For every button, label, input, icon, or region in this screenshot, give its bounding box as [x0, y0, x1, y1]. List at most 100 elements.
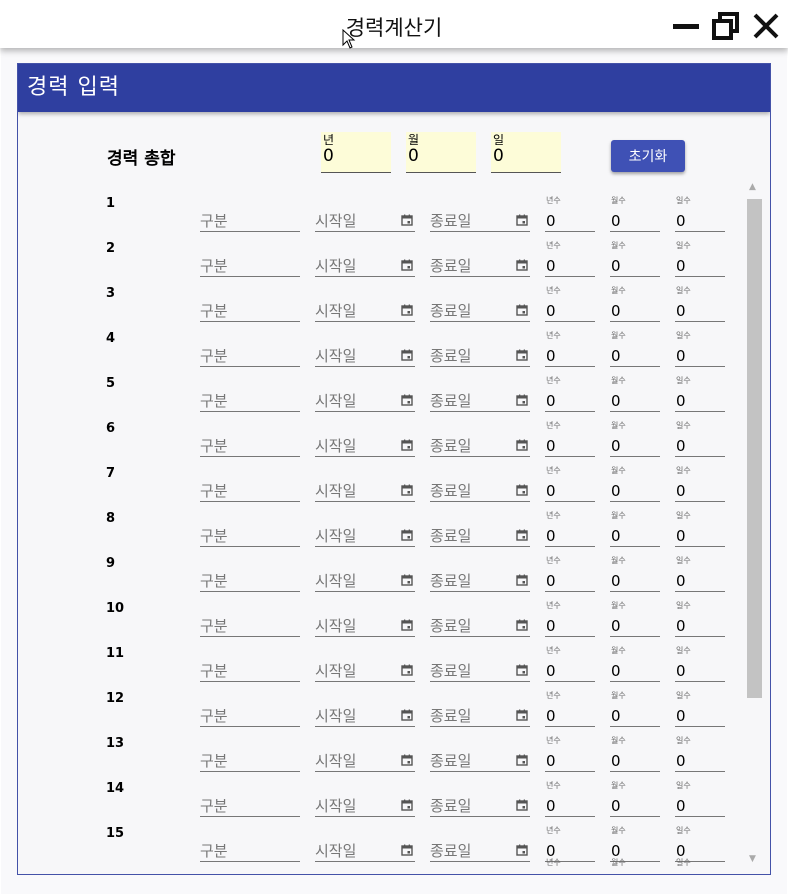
- minimize-icon[interactable]: [670, 10, 702, 42]
- summary-days-field[interactable]: 일 0: [491, 132, 561, 173]
- row-years-caption: 년수: [546, 286, 561, 295]
- card-header: 경력 입력: [18, 64, 770, 112]
- row-months-caption: 월수: [611, 466, 626, 475]
- career-row: 8 구분 시작일 종료일 년수 0 월수 0 일수 0: [18, 494, 743, 547]
- row-days-caption: 일수: [676, 781, 691, 790]
- career-row: 13 구분 시작일 종료일 년수 0 월수 0 일수 0: [18, 719, 743, 772]
- row-number: 6: [106, 421, 116, 436]
- row-years-caption: 년수: [546, 511, 561, 520]
- row-months-caption: 월수: [611, 331, 626, 340]
- row-years-caption: 년수: [546, 241, 561, 250]
- career-row: 9 구분 시작일 종료일 년수 0 월수 0 일수 0: [18, 539, 743, 592]
- summary-years-value: 0: [323, 146, 334, 166]
- career-row: 6 구분 시작일 종료일 년수 0 월수 0 일수 0: [18, 404, 743, 457]
- scroll-up-icon[interactable]: ▲: [749, 182, 756, 192]
- row-days-caption: 일수: [676, 286, 691, 295]
- end-date-placeholder: 종료일: [430, 842, 472, 860]
- row-months-caption: 월수: [611, 196, 626, 205]
- row-months-caption: 월수: [611, 601, 626, 610]
- close-icon[interactable]: [750, 10, 782, 42]
- row-years-caption: 년수: [546, 196, 561, 205]
- end-date-input[interactable]: 종료일: [430, 836, 530, 862]
- category-input[interactable]: 구분: [200, 836, 300, 862]
- career-row: 5 구분 시작일 종료일 년수 0 월수 0 일수 0: [18, 359, 743, 412]
- row-days-caption: 일수: [676, 646, 691, 655]
- row-days-caption: 일수: [676, 466, 691, 475]
- row-years-caption: 년수: [546, 331, 561, 340]
- row-days-caption: 일수: [676, 556, 691, 565]
- career-row: 14 구분 시작일 종료일 년수 0 월수 0 일수 0: [18, 764, 743, 817]
- career-row: 11 구분 시작일 종료일 년수 0 월수 0 일수 0: [18, 629, 743, 682]
- career-row: 10 구분 시작일 종료일 년수 0 월수 0 일수 0: [18, 584, 743, 637]
- career-row: 4 구분 시작일 종료일 년수 0 월수 0 일수 0: [18, 314, 743, 367]
- summary-months-value: 0: [408, 146, 419, 166]
- row-days-caption: 일수: [676, 421, 691, 430]
- career-row: 1 구분 시작일 종료일 년수 0 월수 0 일수 0: [18, 179, 743, 232]
- career-row: 3 구분 시작일 종료일 년수 0 월수 0 일수 0: [18, 269, 743, 322]
- row-days-caption: 일수: [676, 736, 691, 745]
- row-number: 7: [106, 466, 116, 481]
- summary-years-field[interactable]: 년 0: [321, 132, 391, 173]
- row-number: 15: [106, 826, 125, 841]
- row-years-caption: 년수: [546, 826, 561, 835]
- vertical-scrollbar[interactable]: ▲ ▼: [746, 180, 762, 868]
- row-days-caption: 일수: [676, 691, 691, 700]
- row-number: 4: [106, 331, 116, 346]
- row-months-caption: 월수: [611, 736, 626, 745]
- row-months-caption: 월수: [611, 691, 626, 700]
- row-days-caption: 일수: [676, 376, 691, 385]
- row-days-caption: 일수: [676, 601, 691, 610]
- summary-months-field[interactable]: 월 0: [406, 132, 476, 173]
- reset-button[interactable]: 초기화: [611, 140, 685, 172]
- career-row: 15 구분 시작일 종료일 년수 0 월수 0 일수 0: [18, 809, 743, 862]
- row-number: 2: [106, 241, 116, 256]
- row-number: 13: [106, 736, 125, 751]
- row-days-caption: 일수: [676, 858, 691, 867]
- row-months-caption: 월수: [611, 421, 626, 430]
- row-number: 8: [106, 511, 116, 526]
- row-months-caption: 월수: [611, 826, 626, 835]
- start-date-placeholder: 시작일: [315, 842, 357, 860]
- start-date-input[interactable]: 시작일: [315, 836, 415, 862]
- scroll-down-icon[interactable]: ▼: [749, 854, 756, 864]
- summary-days-value: 0: [493, 146, 504, 166]
- calendar-icon[interactable]: [516, 844, 528, 856]
- summary-label: 경력 총합: [107, 149, 176, 169]
- row-months-caption: 월수: [611, 781, 626, 790]
- row-years-caption: 년수: [546, 646, 561, 655]
- row-years-caption: 년수: [546, 858, 561, 867]
- window-titlebar[interactable]: 경력계산기: [0, 0, 788, 49]
- career-input-card: 경력 입력 경력 총합 년 0 월 0 일 0 초기화 1 구분 시작일 종료일 년수 0…: [17, 63, 771, 875]
- row-years-caption: 년수: [546, 421, 561, 430]
- row-days-caption: 일수: [676, 826, 691, 835]
- row-years-caption: 년수: [546, 466, 561, 475]
- row-months-caption: 월수: [611, 646, 626, 655]
- career-row: 7 구분 시작일 종료일 년수 0 월수 0 일수 0: [18, 449, 743, 502]
- row-days-caption: 일수: [676, 511, 691, 520]
- row-number: 1: [106, 196, 116, 211]
- mouse-cursor-icon: [342, 29, 356, 49]
- career-rows: 1 구분 시작일 종료일 년수 0 월수 0 일수 0 2 구분 시작일 종료일 년수 0 월수 0 일수 0 3 구분 시…: [18, 179, 743, 869]
- row-number: 10: [106, 601, 125, 616]
- row-days-caption: 일수: [676, 331, 691, 340]
- row-months-caption: 월수: [611, 556, 626, 565]
- row-years-caption: 년수: [546, 781, 561, 790]
- row-number: 11: [106, 646, 125, 661]
- row-years-caption: 년수: [546, 736, 561, 745]
- row-months-caption: 월수: [611, 286, 626, 295]
- row-number: 5: [106, 376, 116, 391]
- category-placeholder: 구분: [200, 842, 228, 860]
- row-months-caption: 월수: [611, 511, 626, 520]
- row-months-caption: 월수: [611, 376, 626, 385]
- row-number: 12: [106, 691, 125, 706]
- row-days-caption: 일수: [676, 196, 691, 205]
- row-months-caption: 월수: [611, 858, 626, 867]
- row-number: 14: [106, 781, 125, 796]
- scrollbar-thumb[interactable]: [747, 199, 762, 698]
- restore-icon[interactable]: [710, 10, 742, 42]
- calendar-icon[interactable]: [401, 844, 413, 856]
- row-years-caption: 년수: [546, 556, 561, 565]
- career-row: 12 구분 시작일 종료일 년수 0 월수 0 일수 0: [18, 674, 743, 727]
- row-days-caption: 일수: [676, 241, 691, 250]
- career-row: 2 구분 시작일 종료일 년수 0 월수 0 일수 0: [18, 224, 743, 277]
